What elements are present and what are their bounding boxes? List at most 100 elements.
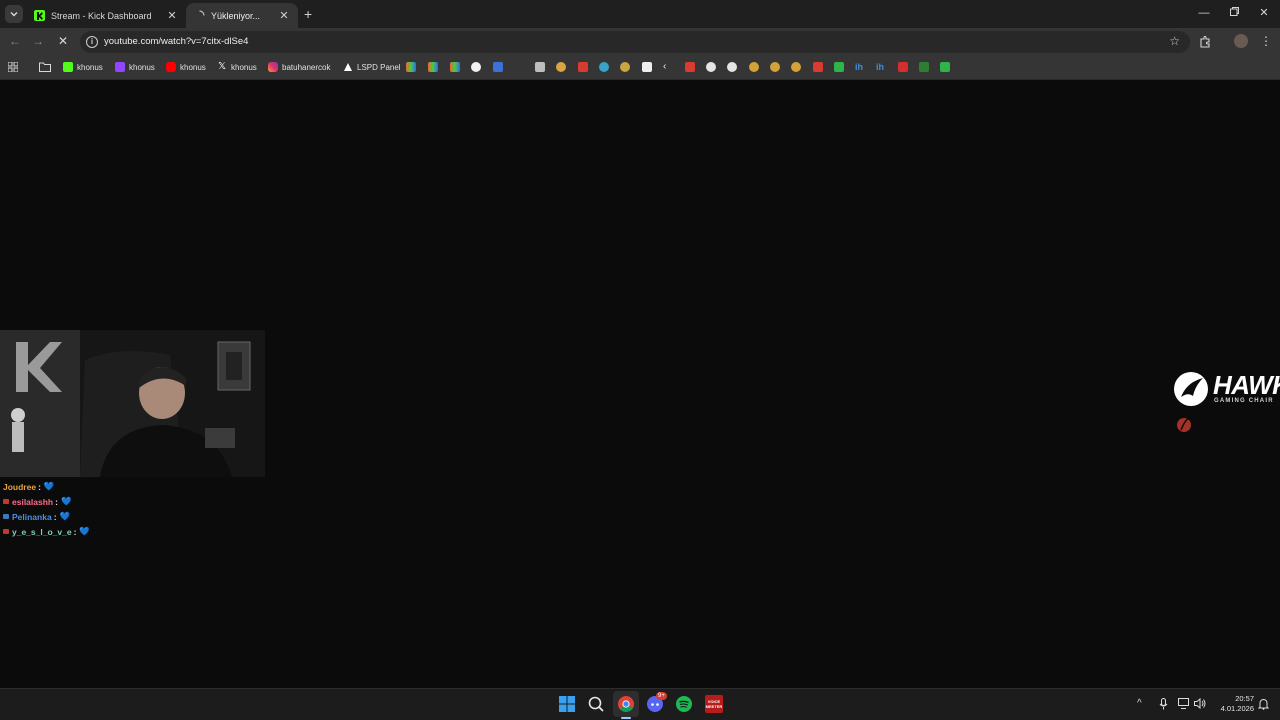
loading-spinner-icon xyxy=(199,10,205,16)
tab-search-button[interactable] xyxy=(5,5,23,23)
bookmark-sheet-icon[interactable] xyxy=(940,62,950,72)
bookmark-instagram[interactable]: batuhanercok xyxy=(268,61,330,73)
system-clock[interactable]: 20:57 4.01.2026 xyxy=(1212,694,1254,714)
youtube-icon xyxy=(166,62,176,72)
apps-grid-icon[interactable] xyxy=(8,62,18,72)
bookmark-bars-icon[interactable] xyxy=(919,62,929,72)
minimize-button[interactable]: — xyxy=(1197,6,1211,20)
bookmark-ae-icon[interactable] xyxy=(898,62,908,72)
bookmarks-bar: khonus khonus khonus 𝕏 khonus batuhanerc… xyxy=(0,55,1280,80)
restore-button[interactable] xyxy=(1227,6,1241,20)
discord-notification-badge: 9+ xyxy=(656,692,667,700)
active-app-indicator xyxy=(621,717,631,719)
tab-title: Stream - Kick Dashboard xyxy=(51,10,152,21)
bookmark-doc-icon[interactable] xyxy=(535,62,545,72)
bookmark-lspd[interactable]: LSPD Panel xyxy=(343,61,401,73)
chat-badge-icon xyxy=(3,499,9,504)
bookmark-label: khonus xyxy=(180,62,206,72)
notification-bell-icon[interactable] xyxy=(1258,698,1269,710)
bookmark-red-icon[interactable] xyxy=(685,62,695,72)
bookmark-ring-icon[interactable] xyxy=(770,62,780,72)
back-button[interactable]: ← xyxy=(8,34,22,48)
forward-button[interactable]: → xyxy=(31,34,45,48)
tab-close-icon[interactable]: ✕ xyxy=(166,9,178,22)
microphone-icon[interactable] xyxy=(1159,698,1168,710)
address-bar[interactable]: i youtube.com/watch?v=7citx-dlSe4 ☆ xyxy=(80,31,1190,53)
instagram-icon xyxy=(268,62,278,72)
chat-username: Joudree xyxy=(3,481,37,492)
windows-start-icon[interactable] xyxy=(558,695,576,713)
chevron-down-icon xyxy=(10,12,18,17)
bookmark-kick[interactable]: khonus xyxy=(63,61,103,73)
chat-message: y_e_s_l_o_v_e : 💙 xyxy=(3,524,90,539)
bookmark-ih-icon[interactable]: ih xyxy=(876,62,886,72)
menu-kebab-icon[interactable]: ⋮ xyxy=(1260,34,1272,48)
chat-message: esilalashh : 💙 xyxy=(3,494,90,509)
lspd-icon xyxy=(344,63,352,71)
bookmark-label: LSPD Panel xyxy=(357,62,401,72)
close-window-button[interactable]: ✕ xyxy=(1257,6,1271,20)
sponsor-tagline: GAMING CHAIR xyxy=(1214,398,1274,404)
search-icon[interactable] xyxy=(587,695,605,713)
voicemeeter-icon[interactable]: VOICE MEETER xyxy=(705,695,723,713)
twitch-icon xyxy=(115,62,125,72)
bookmark-label: batuhanercok xyxy=(282,62,331,72)
spotify-icon[interactable] xyxy=(675,695,693,713)
app-label: VOICE MEETER xyxy=(705,699,723,709)
bookmark-youtube[interactable]: khonus xyxy=(166,61,206,73)
restore-icon xyxy=(1229,7,1239,16)
bookmark-cloud-icon[interactable] xyxy=(599,62,609,72)
stream-chat: Joudree : 💙 esilalashh : 💙 Pelinanka : 💙… xyxy=(3,479,90,539)
bookmark-coin-icon[interactable] xyxy=(620,62,630,72)
site-info-icon[interactable]: i xyxy=(86,36,98,48)
folder-icon[interactable] xyxy=(39,62,51,72)
chat-message: Joudree : 💙 xyxy=(3,479,90,494)
chat-badge-icon xyxy=(3,514,9,519)
bookmark-sheet-icon[interactable] xyxy=(834,62,844,72)
clock-time: 20:57 xyxy=(1235,694,1254,703)
page-content: Joudree : 💙 esilalashh : 💙 Pelinanka : 💙… xyxy=(0,81,1280,688)
kick-icon xyxy=(63,62,73,72)
bookmark-label: khonus xyxy=(231,62,257,72)
profile-avatar[interactable] xyxy=(1234,34,1248,48)
webcam-image xyxy=(0,330,265,477)
bookmark-spark-icon[interactable] xyxy=(578,62,588,72)
bookmark-shield-icon[interactable] xyxy=(493,62,503,72)
volume-icon[interactable] xyxy=(1194,698,1206,709)
chat-emote: 💙 xyxy=(43,481,55,491)
url-text[interactable]: youtube.com/watch?v=7citx-dlSe4 xyxy=(104,36,248,47)
new-tab-button[interactable]: + xyxy=(304,6,312,22)
chat-emote: 💙 xyxy=(79,526,90,536)
bookmark-twitch[interactable]: khonus xyxy=(115,61,155,73)
tab-youtube-loading[interactable]: Yükleniyor... ✕ xyxy=(186,3,298,28)
bookmark-ih-icon[interactable]: ih xyxy=(855,62,865,72)
network-icon[interactable] xyxy=(1178,698,1190,709)
chat-emote: 💙 xyxy=(59,511,71,521)
stop-loading-button[interactable]: ✕ xyxy=(56,34,70,48)
bookmark-chart-icon[interactable] xyxy=(450,62,460,72)
bookmark-star-icon[interactable]: ☆ xyxy=(1169,34,1180,48)
bookmark-ball-icon[interactable] xyxy=(727,62,737,72)
sponsor-name: HAWK xyxy=(1213,370,1280,400)
bookmark-label: khonus xyxy=(77,62,103,72)
chat-separator: : xyxy=(38,481,41,492)
bookmark-arrow-icon[interactable]: ‹ xyxy=(663,62,673,72)
bookmark-diamond-icon[interactable] xyxy=(471,62,481,72)
bookmark-car-icon[interactable] xyxy=(556,62,566,72)
bookmark-red-icon[interactable] xyxy=(813,62,823,72)
tab-kick-dashboard[interactable]: Stream - Kick Dashboard ✕ xyxy=(26,3,186,28)
tray-expand-icon[interactable]: ^ xyxy=(1137,698,1142,709)
bookmark-chart-icon[interactable] xyxy=(428,62,438,72)
bookmark-ball-icon[interactable] xyxy=(706,62,716,72)
bookmark-x[interactable]: 𝕏 khonus xyxy=(217,61,257,73)
bookmark-ring-icon[interactable] xyxy=(749,62,759,72)
chrome-icon[interactable] xyxy=(617,695,635,713)
sponsor-logo: HAWK GAMING CHAIR xyxy=(1173,370,1280,436)
bookmark-ring-icon[interactable] xyxy=(791,62,801,72)
bookmark-page-icon[interactable] xyxy=(642,62,652,72)
extensions-button[interactable] xyxy=(1199,35,1211,48)
chat-separator: : xyxy=(55,496,58,507)
bookmark-chart-icon[interactable] xyxy=(406,62,416,72)
puzzle-icon xyxy=(1200,35,1210,48)
tab-close-icon[interactable]: ✕ xyxy=(278,9,290,22)
